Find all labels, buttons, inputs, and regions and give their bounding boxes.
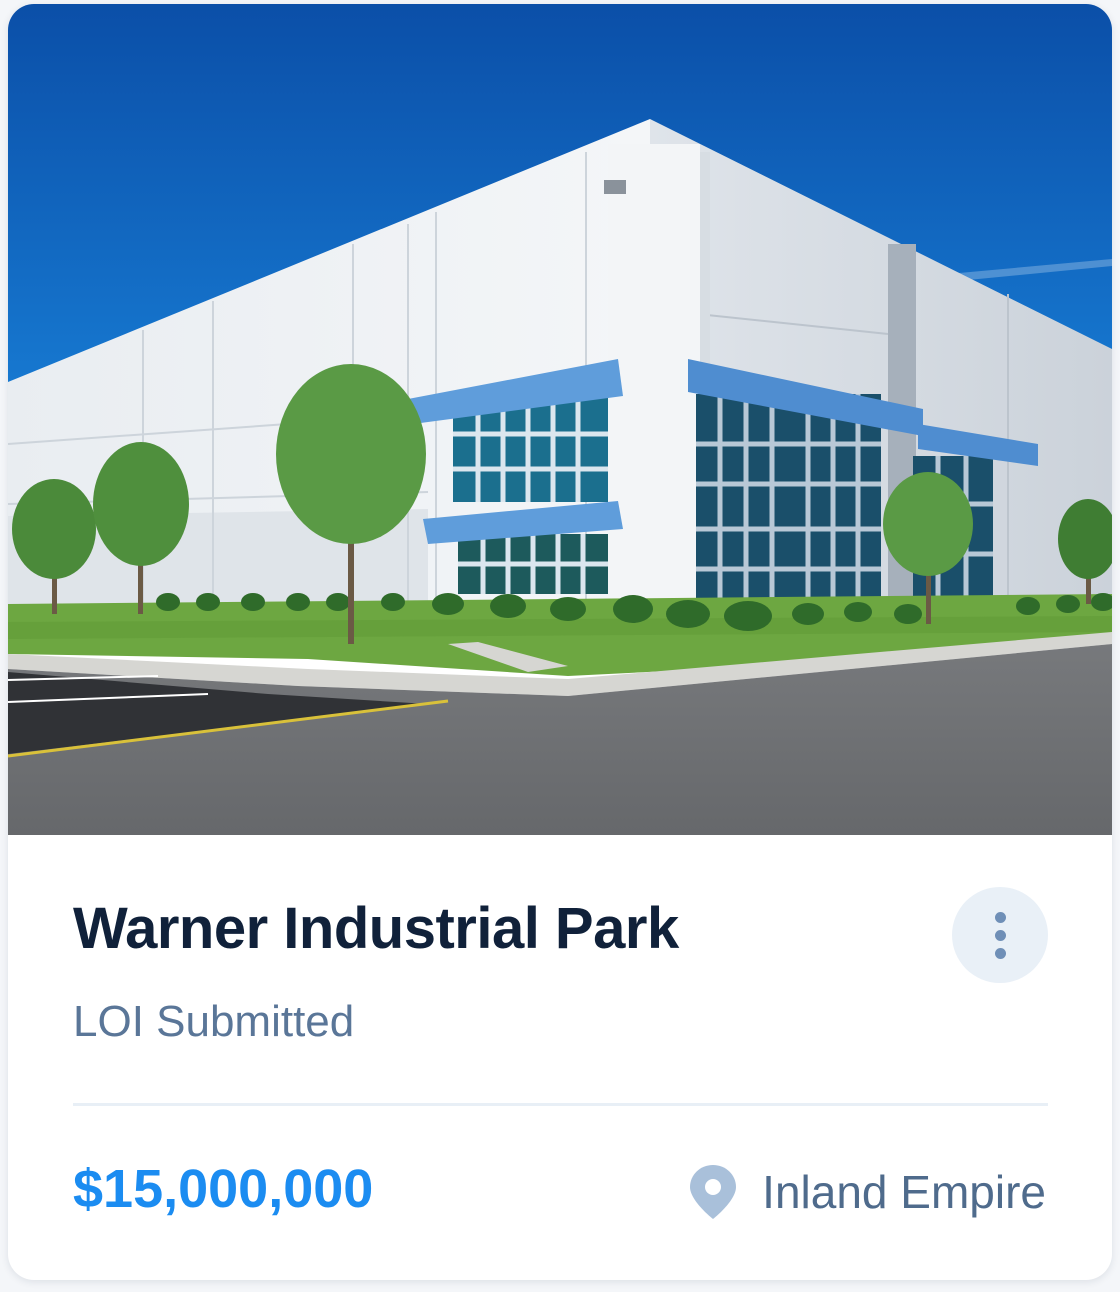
price: $15,000,000 bbox=[73, 1159, 374, 1219]
property-photo bbox=[8, 4, 1112, 835]
location-label: Inland Empire bbox=[762, 1166, 1046, 1218]
more-vertical-icon-dot bbox=[995, 948, 1006, 959]
property-card[interactable]: Warner Industrial Park LOI Submitted $15… bbox=[8, 4, 1112, 1280]
divider bbox=[73, 1103, 1048, 1106]
location: Inland Empire bbox=[688, 1163, 1046, 1221]
more-options-button[interactable] bbox=[952, 887, 1048, 983]
deal-status: LOI Submitted bbox=[73, 997, 355, 1046]
card-body: Warner Industrial Park LOI Submitted $15… bbox=[8, 835, 1112, 1280]
more-vertical-icon-dot bbox=[995, 930, 1006, 941]
property-title[interactable]: Warner Industrial Park bbox=[73, 895, 679, 962]
map-pin-icon bbox=[690, 1165, 737, 1219]
more-vertical-icon bbox=[995, 912, 1006, 923]
